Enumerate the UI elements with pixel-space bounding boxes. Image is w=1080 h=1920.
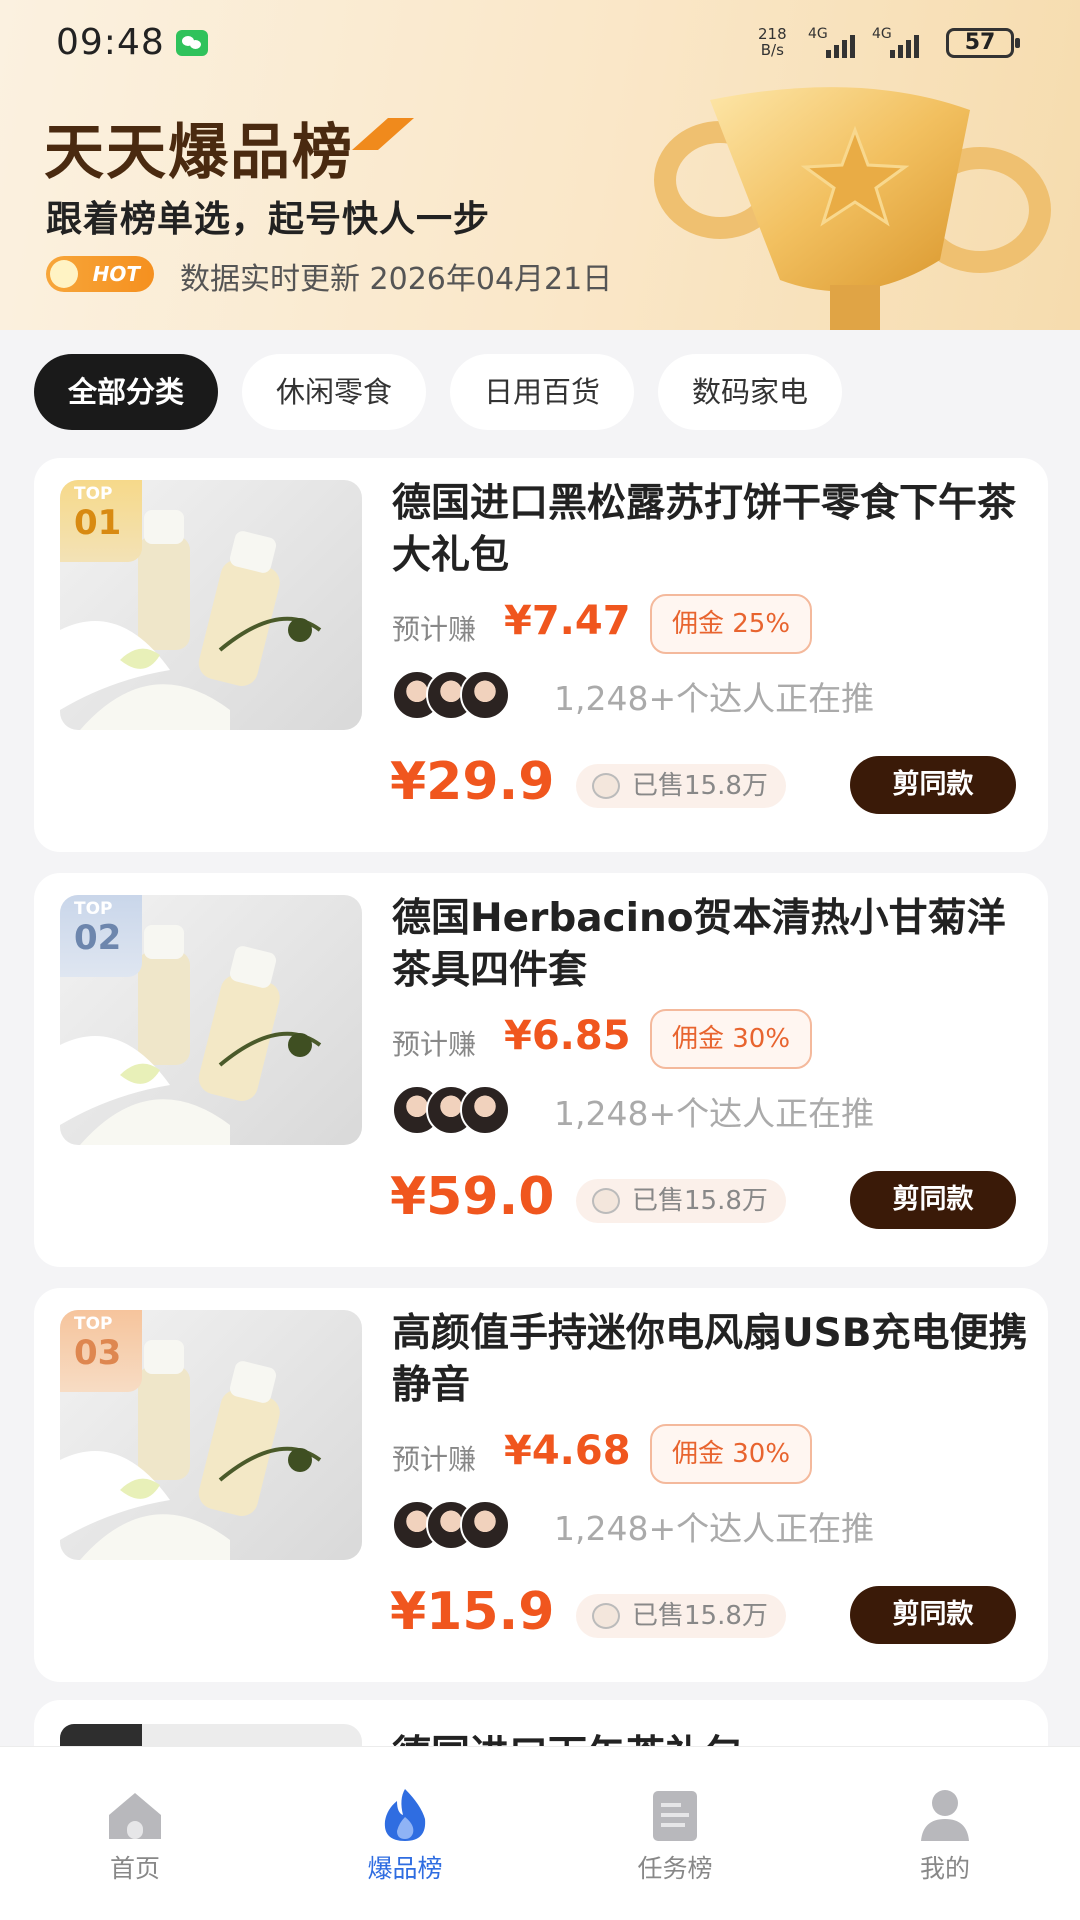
sold-badge: 已售15.8万 xyxy=(576,764,786,808)
push-count-text: 1,248+个达人正在推 xyxy=(554,1509,875,1548)
flame-icon xyxy=(50,260,78,288)
product-title[interactable]: 德国Herbacino贺本清热小甘菊洋茶具四件套 xyxy=(392,893,1032,997)
bag-icon xyxy=(592,1603,620,1629)
product-title[interactable]: 德国进口黑松露苏打饼干零食下午茶大礼包 xyxy=(392,478,1032,582)
commission-badge: 佣金 30% xyxy=(650,1424,813,1484)
tab-snacks[interactable]: 休闲零食 xyxy=(242,354,427,430)
signal-type-label: 4G xyxy=(872,26,892,42)
sold-count: 已售15.8万 xyxy=(632,771,768,801)
nav-home[interactable]: 首页 xyxy=(35,1747,235,1920)
nav-hot-list[interactable]: 爆品榜 xyxy=(305,1747,505,1920)
rank-badge: TOP 01 xyxy=(60,480,142,562)
task-icon xyxy=(653,1791,697,1841)
clip-same-button[interactable]: 剪同款 xyxy=(850,1586,1016,1644)
net-speed: 218 B/s xyxy=(758,26,787,58)
signal-type-label: 4G xyxy=(808,26,828,42)
flame-icon xyxy=(384,1789,426,1841)
rank-number: 03 xyxy=(74,1333,122,1373)
product-price: ¥29.9 xyxy=(390,752,555,812)
signal-icon: 4G xyxy=(808,26,866,58)
tab-all-categories[interactable]: 全部分类 xyxy=(34,354,219,430)
rank-label: TOP xyxy=(74,899,113,919)
influencer-avatars xyxy=(392,670,544,720)
category-tabs: 全部分类 休闲零食 日用百货 数码家电 xyxy=(34,354,843,430)
earn-label: 预计赚 xyxy=(392,613,477,646)
nav-task-list[interactable]: 任务榜 xyxy=(575,1747,775,1920)
hot-badge: HOT xyxy=(46,256,154,292)
nav-task-list-label: 任务榜 xyxy=(637,1854,713,1883)
nav-profile-label: 我的 xyxy=(919,1854,970,1883)
push-count-text: 1,248+个达人正在推 xyxy=(554,679,875,718)
battery-icon: 57 xyxy=(946,28,1020,58)
product-card[interactable]: TOP 01 德国进口黑松露苏打饼干零食下午茶大礼包 预计赚 ¥7.47 佣金 … xyxy=(34,458,1048,852)
bag-icon xyxy=(592,1188,620,1214)
trophy-icon xyxy=(654,87,1051,330)
product-card[interactable]: TOP 03 高颜值手持迷你电风扇USB充电便携静音 预计赚 ¥4.68 佣金 … xyxy=(34,1288,1048,1682)
sold-badge: 已售15.8万 xyxy=(576,1594,786,1638)
net-speed-unit: B/s xyxy=(760,41,784,59)
influencer-avatars xyxy=(392,1085,544,1135)
bag-icon xyxy=(592,773,620,799)
nav-profile[interactable]: 我的 xyxy=(845,1747,1045,1920)
product-card[interactable]: TOP 02 德国Herbacino贺本清热小甘菊洋茶具四件套 预计赚 ¥6.8… xyxy=(34,873,1048,1267)
rank-label: TOP xyxy=(74,484,113,504)
push-count-text: 1,248+个达人正在推 xyxy=(554,1094,875,1133)
product-price: ¥15.9 xyxy=(390,1582,555,1642)
influencer-avatars xyxy=(392,1500,544,1550)
hot-badge-label: HOT xyxy=(92,262,140,286)
earn-value: ¥7.47 xyxy=(504,598,631,644)
nav-home-label: 首页 xyxy=(109,1854,160,1883)
signal-icon: 4G xyxy=(872,26,930,58)
clip-same-button[interactable]: 剪同款 xyxy=(850,1171,1016,1229)
earn-value: ¥4.68 xyxy=(504,1428,631,1474)
product-image[interactable]: TOP 03 xyxy=(60,1310,362,1560)
update-text: 数据实时更新 2026年04月21日 xyxy=(180,262,613,297)
earn-label: 预计赚 xyxy=(392,1443,477,1476)
product-image[interactable]: TOP 01 xyxy=(60,480,362,730)
wechat-icon xyxy=(176,30,208,56)
avatar xyxy=(460,1500,510,1550)
net-speed-value: 218 xyxy=(758,25,787,43)
user-icon xyxy=(921,1790,969,1841)
rank-number: 01 xyxy=(74,503,122,543)
slogan: 跟着榜单选，起号快人一步 xyxy=(46,199,491,240)
tab-daily-goods[interactable]: 日用百货 xyxy=(450,354,635,430)
tab-digital-appliances[interactable]: 数码家电 xyxy=(658,354,843,430)
sold-count: 已售15.8万 xyxy=(632,1601,768,1631)
clip-same-button[interactable]: 剪同款 xyxy=(850,756,1016,814)
rank-number: 02 xyxy=(74,918,122,958)
commission-badge: 佣金 30% xyxy=(650,1009,813,1069)
bottom-nav: 首页 爆品榜 任务榜 我的 xyxy=(0,1746,1080,1920)
avatar xyxy=(460,670,510,720)
sold-count: 已售15.8万 xyxy=(632,1186,768,1216)
product-image[interactable]: TOP 02 xyxy=(60,895,362,1145)
commission-badge: 佣金 25% xyxy=(650,594,813,654)
rank-label: TOP xyxy=(74,1314,113,1334)
product-price: ¥59.0 xyxy=(390,1167,555,1227)
home-icon xyxy=(109,1793,161,1839)
brand-title: 天天爆品榜 xyxy=(44,118,354,188)
nav-hot-list-label: 爆品榜 xyxy=(367,1854,443,1883)
header-banner: 09:48 218 B/s 4G 4G 57 天天爆品榜 跟着榜单选，起号快人一… xyxy=(0,0,1080,330)
earn-label: 预计赚 xyxy=(392,1028,477,1061)
avatar xyxy=(460,1085,510,1135)
rank-badge: TOP 02 xyxy=(60,895,142,977)
sold-badge: 已售15.8万 xyxy=(576,1179,786,1223)
brand-slash-icon xyxy=(352,118,414,150)
status-time: 09:48 xyxy=(56,22,165,63)
product-title[interactable]: 高颜值手持迷你电风扇USB充电便携静音 xyxy=(392,1308,1032,1412)
rank-badge: TOP 03 xyxy=(60,1310,142,1392)
earn-value: ¥6.85 xyxy=(504,1013,631,1059)
